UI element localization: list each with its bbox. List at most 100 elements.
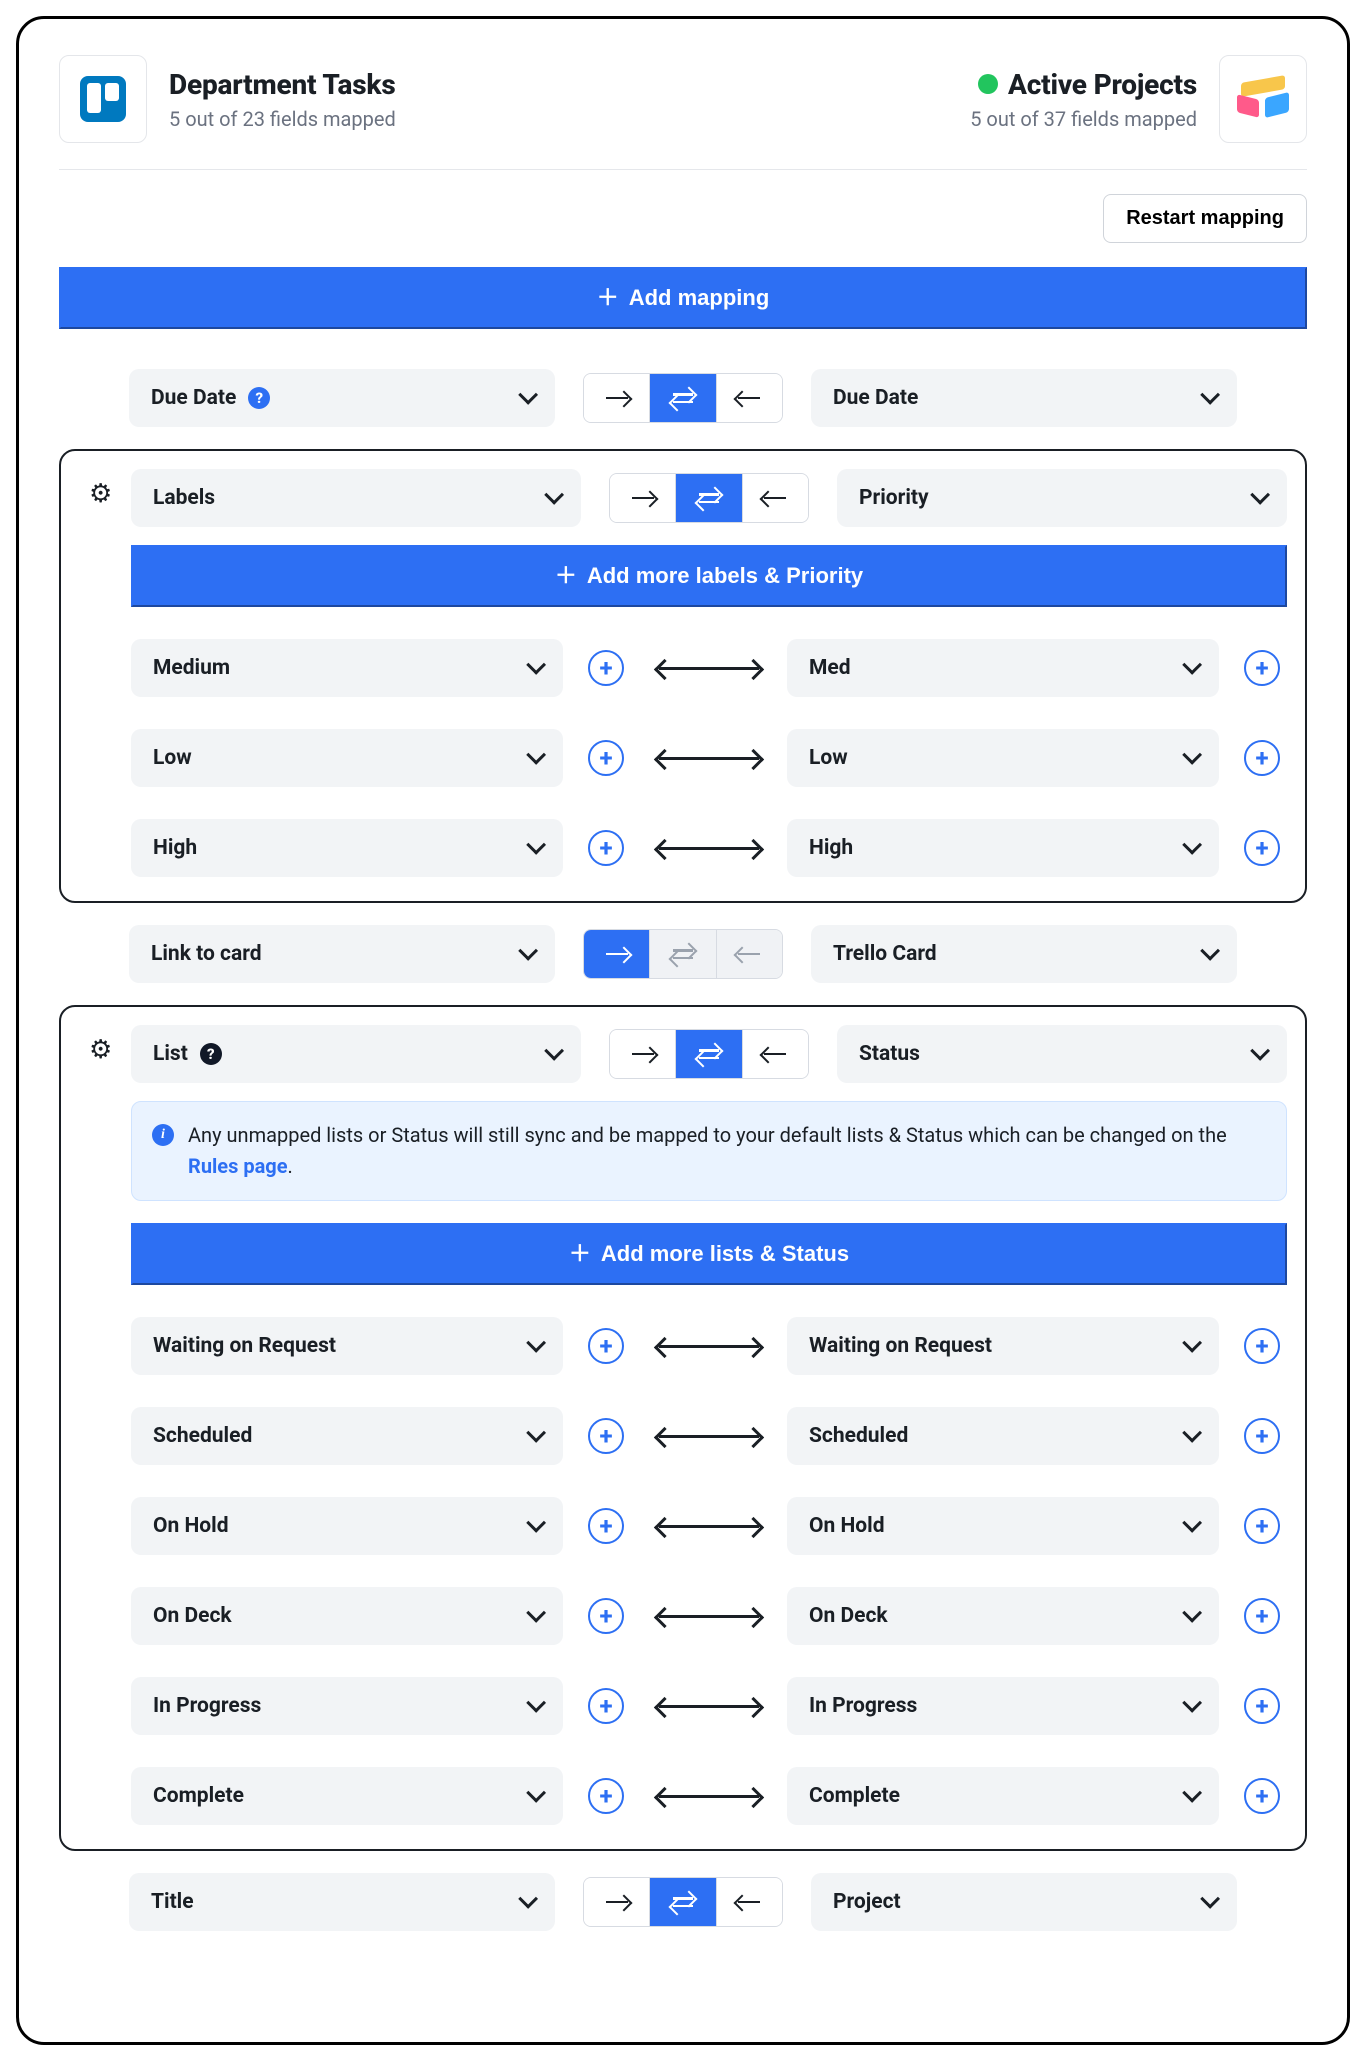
bidirectional-arrow-icon: [659, 1705, 759, 1708]
source-value-select[interactable]: Low: [131, 729, 563, 787]
destination-value-select[interactable]: Waiting on Request: [787, 1317, 1219, 1375]
destination-value-select[interactable]: Low: [787, 729, 1219, 787]
direction-toggle: [583, 1877, 783, 1927]
gear-icon[interactable]: ⚙: [89, 481, 112, 507]
add-source-value-button[interactable]: +: [588, 1328, 624, 1364]
chevron-down-icon: [1183, 1514, 1197, 1538]
direction-right-button[interactable]: [610, 474, 675, 522]
value-mapping-row: Medium + Med +: [131, 639, 1287, 697]
add-more-label: Add more lists & Status: [601, 1241, 849, 1267]
source-value-select[interactable]: On Hold: [131, 1497, 563, 1555]
chevron-down-icon: [519, 386, 533, 410]
info-text: Any unmapped lists or Status will still …: [188, 1120, 1266, 1182]
direction-both-button[interactable]: [649, 1878, 715, 1926]
destination-value-select[interactable]: On Deck: [787, 1587, 1219, 1645]
add-destination-value-button[interactable]: +: [1244, 1328, 1280, 1364]
source-field-select[interactable]: Labels: [131, 469, 581, 527]
source-value-select[interactable]: Complete: [131, 1767, 563, 1825]
destination-value-select[interactable]: On Hold: [787, 1497, 1219, 1555]
source-value-select[interactable]: High: [131, 819, 563, 877]
chevron-down-icon: [1201, 1890, 1215, 1914]
source-value-select[interactable]: On Deck: [131, 1587, 563, 1645]
add-source-value-button[interactable]: +: [588, 1688, 624, 1724]
destination-field-select[interactable]: Priority: [837, 469, 1287, 527]
value-mapping-row: Low + Low +: [131, 729, 1287, 787]
rules-page-link[interactable]: Rules page: [188, 1154, 288, 1178]
direction-left-button[interactable]: [742, 474, 808, 522]
value-mapping-row: High + High +: [131, 819, 1287, 877]
chevron-down-icon: [527, 1334, 541, 1358]
chevron-down-icon: [527, 836, 541, 860]
header: Department Tasks 5 out of 23 fields mapp…: [59, 55, 1307, 170]
destination-field-select[interactable]: Due Date: [811, 369, 1237, 427]
destination-value-select[interactable]: Scheduled: [787, 1407, 1219, 1465]
select-value: On Hold: [153, 1514, 229, 1538]
select-value: Due Date: [833, 386, 918, 410]
help-icon[interactable]: ?: [200, 1043, 222, 1065]
select-value: Scheduled: [809, 1424, 908, 1448]
add-source-value-button[interactable]: +: [588, 1778, 624, 1814]
add-mapping-button[interactable]: ＋ Add mapping: [59, 267, 1307, 329]
source-value-select[interactable]: Medium: [131, 639, 563, 697]
destination-value-select[interactable]: Complete: [787, 1767, 1219, 1825]
add-source-value-button[interactable]: +: [588, 830, 624, 866]
direction-left-button[interactable]: [716, 374, 782, 422]
source-block: Department Tasks 5 out of 23 fields mapp…: [59, 55, 396, 143]
direction-left-button[interactable]: [742, 1030, 808, 1078]
destination-field-select[interactable]: Project: [811, 1873, 1237, 1931]
direction-right-button[interactable]: [610, 1030, 675, 1078]
direction-right-button[interactable]: [584, 1878, 649, 1926]
direction-right-button[interactable]: [584, 930, 649, 978]
chevron-down-icon: [1183, 836, 1197, 860]
select-value: Waiting on Request: [153, 1334, 336, 1358]
source-value-select[interactable]: In Progress: [131, 1677, 563, 1735]
direction-both-button[interactable]: [675, 474, 741, 522]
source-field-select[interactable]: Link to card: [129, 925, 555, 983]
add-destination-value-button[interactable]: +: [1244, 740, 1280, 776]
direction-toggle: [583, 929, 783, 979]
destination-field-select[interactable]: Trello Card: [811, 925, 1237, 983]
source-value-select[interactable]: Scheduled: [131, 1407, 563, 1465]
add-destination-value-button[interactable]: +: [1244, 1778, 1280, 1814]
help-icon[interactable]: ?: [248, 387, 270, 409]
add-destination-value-button[interactable]: +: [1244, 1688, 1280, 1724]
value-mapping-row: On Deck + On Deck +: [131, 1587, 1287, 1645]
add-more-lists-button[interactable]: ＋ Add more lists & Status: [131, 1223, 1287, 1285]
select-value: Waiting on Request: [809, 1334, 992, 1358]
add-source-value-button[interactable]: +: [588, 1508, 624, 1544]
restart-mapping-button[interactable]: Restart mapping: [1103, 194, 1307, 243]
source-field-select[interactable]: Title: [129, 1873, 555, 1931]
select-value: Status: [859, 1042, 920, 1066]
chevron-down-icon: [1183, 1604, 1197, 1628]
source-value-select[interactable]: Waiting on Request: [131, 1317, 563, 1375]
destination-value-select[interactable]: In Progress: [787, 1677, 1219, 1735]
bidirectional-arrow-icon: [659, 1345, 759, 1348]
add-source-value-button[interactable]: +: [588, 740, 624, 776]
chevron-down-icon: [1183, 1334, 1197, 1358]
destination-logo: [1219, 55, 1307, 143]
source-field-select[interactable]: Due Date ?: [129, 369, 555, 427]
add-destination-value-button[interactable]: +: [1244, 650, 1280, 686]
direction-both-button[interactable]: [649, 374, 715, 422]
gear-icon[interactable]: ⚙: [89, 1037, 112, 1063]
add-destination-value-button[interactable]: +: [1244, 1598, 1280, 1634]
trello-icon: [80, 76, 126, 122]
direction-both-button[interactable]: [675, 1030, 741, 1078]
airtable-icon: [1237, 79, 1289, 119]
add-source-value-button[interactable]: +: [588, 1598, 624, 1634]
add-destination-value-button[interactable]: +: [1244, 830, 1280, 866]
source-field-select[interactable]: List ?: [131, 1025, 581, 1083]
chevron-down-icon: [527, 1784, 541, 1808]
add-more-labels-button[interactable]: ＋ Add more labels & Priority: [131, 545, 1287, 607]
add-source-value-button[interactable]: +: [588, 1418, 624, 1454]
add-destination-value-button[interactable]: +: [1244, 1508, 1280, 1544]
destination-field-select[interactable]: Status: [837, 1025, 1287, 1083]
chevron-down-icon: [1183, 1424, 1197, 1448]
chevron-down-icon: [1183, 656, 1197, 680]
direction-right-button[interactable]: [584, 374, 649, 422]
destination-value-select[interactable]: High: [787, 819, 1219, 877]
add-source-value-button[interactable]: +: [588, 650, 624, 686]
direction-left-button[interactable]: [716, 1878, 782, 1926]
add-destination-value-button[interactable]: +: [1244, 1418, 1280, 1454]
destination-value-select[interactable]: Med: [787, 639, 1219, 697]
